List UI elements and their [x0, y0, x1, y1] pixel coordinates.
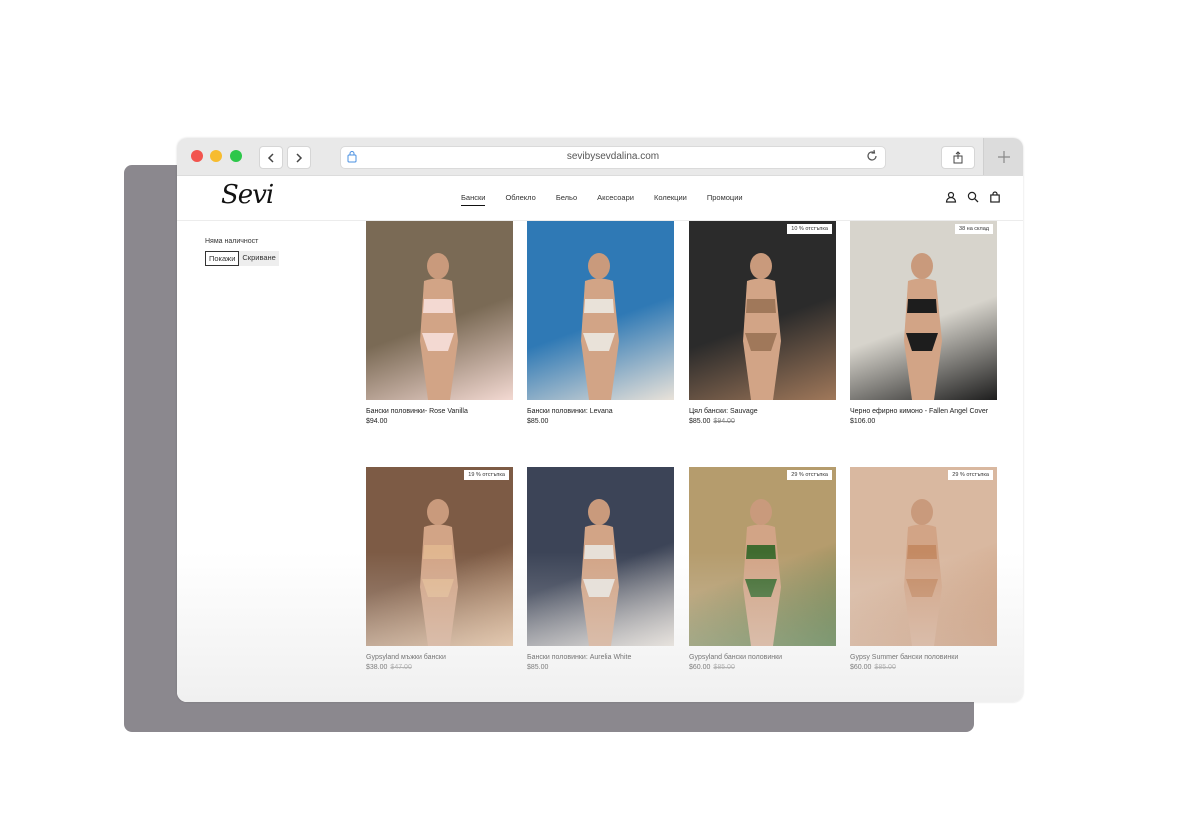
product-price: $85.00 — [527, 664, 674, 671]
model-figure — [581, 499, 619, 646]
current-price: $106.00 — [850, 418, 876, 425]
product-price: $60.00 $85.00 — [689, 664, 836, 671]
product-name[interactable]: Цял бански: Sauvage — [689, 406, 836, 417]
chevron-right-icon — [296, 152, 303, 163]
product-name[interactable]: Бански половинки- Rose Vanilla — [366, 406, 513, 417]
product-badge: 29 % отстъпка — [948, 470, 993, 480]
site-header: Sevi Бански Облекло Бельо Аксесоари Коле… — [177, 176, 1023, 221]
product-card[interactable]: Бански половинки: Levana $85.00 — [527, 221, 674, 425]
model-figure — [904, 499, 942, 646]
product-price: $94.00 — [366, 418, 513, 425]
model-figure — [904, 253, 942, 400]
current-price: $60.00 — [689, 664, 711, 671]
product-badge: 29 % отстъпка — [787, 470, 832, 480]
account-icon[interactable] — [945, 191, 957, 203]
minimize-window-button[interactable] — [210, 150, 222, 162]
share-button[interactable] — [941, 146, 975, 169]
browser-window: sevibysevdalina.com Sevi Бански Облекло … — [177, 138, 1023, 702]
menu-item-promotions[interactable]: Промоции — [707, 193, 743, 206]
old-price: $47.00 — [390, 664, 412, 671]
close-window-button[interactable] — [191, 150, 203, 162]
reload-icon[interactable] — [865, 149, 879, 163]
maximize-window-button[interactable] — [230, 150, 242, 162]
new-tab-button[interactable] — [983, 138, 1023, 175]
model-figure — [743, 253, 781, 400]
product-badge: 10 % отстъпка — [787, 224, 832, 234]
model-figure — [420, 253, 458, 400]
product-price: $85.00 — [527, 418, 674, 425]
show-button[interactable]: Покажи — [205, 251, 240, 266]
product-image[interactable] — [527, 467, 674, 646]
old-price: $94.00 — [713, 418, 735, 425]
product-image[interactable]: 19 % отстъпка — [366, 467, 513, 646]
product-image[interactable]: 29 % отстъпка — [689, 467, 836, 646]
search-icon[interactable] — [967, 191, 979, 203]
old-price: $85.00 — [713, 664, 735, 671]
header-icons — [945, 191, 1001, 203]
product-card[interactable]: 29 % отстъпка Gypsy Summer бански половин… — [850, 467, 997, 671]
main-menu: Бански Облекло Бельо Аксесоари Колекции … — [461, 193, 763, 206]
out-of-stock-label: Няма наличност — [205, 238, 259, 245]
menu-item-accessories[interactable]: Аксесоари — [597, 193, 634, 206]
product-name[interactable]: Gypsy Summer бански половинки — [850, 652, 997, 663]
share-icon — [953, 151, 963, 164]
stock-toggle: Покажи Скриване — [205, 251, 279, 266]
cart-icon[interactable] — [989, 191, 1001, 203]
product-card[interactable]: Бански половинки- Rose Vanilla $94.00 — [366, 221, 513, 425]
current-price: $94.00 — [366, 418, 388, 425]
current-price: $60.00 — [850, 664, 872, 671]
current-price: $85.00 — [527, 418, 549, 425]
menu-item-collections[interactable]: Колекции — [654, 193, 687, 206]
current-price: $85.00 — [527, 664, 549, 671]
plus-icon — [998, 150, 1010, 163]
product-price: $38.00 $47.00 — [366, 664, 513, 671]
product-price: $106.00 — [850, 418, 997, 425]
product-image[interactable]: 10 % отстъпка — [689, 221, 836, 400]
model-figure — [581, 253, 619, 400]
address-bar[interactable]: sevibysevdalina.com — [340, 146, 886, 169]
product-card[interactable]: 38 на склад Черно ефирно кимоно - Fallen … — [850, 221, 997, 425]
back-button[interactable] — [259, 146, 283, 169]
menu-item-swimwear[interactable]: Бански — [461, 193, 486, 206]
product-price: $60.00 $85.00 — [850, 664, 997, 671]
browser-toolbar: sevibysevdalina.com — [177, 138, 1023, 176]
model-figure — [743, 499, 781, 646]
product-price: $85.00 $94.00 — [689, 418, 836, 425]
product-image[interactable]: 29 % отстъпка — [850, 467, 997, 646]
product-badge: 38 на склад — [955, 224, 993, 234]
model-figure — [420, 499, 458, 646]
product-card[interactable]: 19 % отстъпка Gypsyland мъжки бански $38.0… — [366, 467, 513, 671]
current-price: $38.00 — [366, 664, 388, 671]
product-badge: 19 % отстъпка — [464, 470, 509, 480]
product-name[interactable]: Бански половинки: Aurelia White — [527, 652, 674, 663]
product-card[interactable]: Бански половинки: Aurelia White $85.00 — [527, 467, 674, 671]
product-image[interactable] — [527, 221, 674, 400]
web-page: Sevi Бански Облекло Бельо Аксесоари Коле… — [177, 176, 1023, 702]
forward-button[interactable] — [287, 146, 311, 169]
product-name[interactable]: Gypsyland бански половинки — [689, 652, 836, 663]
site-logo[interactable]: Sevi — [221, 180, 274, 210]
filter-sidebar: Няма наличност Покажи Скриване — [205, 238, 279, 266]
product-image[interactable] — [366, 221, 513, 400]
current-price: $85.00 — [689, 418, 711, 425]
product-card[interactable]: 10 % отстъпка Цял бански: Sauvage $85.00 $9… — [689, 221, 836, 425]
product-card[interactable]: 29 % отстъпка Gypsyland бански половинки $… — [689, 467, 836, 671]
old-price: $85.00 — [874, 664, 896, 671]
url-text: sevibysevdalina.com — [566, 151, 660, 162]
product-name[interactable]: Gypsyland мъжки бански — [366, 652, 513, 663]
product-image[interactable]: 38 на склад — [850, 221, 997, 400]
product-name[interactable]: Черно ефирно кимоно - Fallen Angel Cover — [850, 406, 997, 417]
hide-button[interactable]: Скриване — [239, 251, 279, 266]
menu-item-clothing[interactable]: Облекло — [505, 193, 535, 206]
chevron-left-icon — [267, 152, 274, 163]
menu-item-lingerie[interactable]: Бельо — [556, 193, 577, 206]
product-name[interactable]: Бански половинки: Levana — [527, 406, 674, 417]
